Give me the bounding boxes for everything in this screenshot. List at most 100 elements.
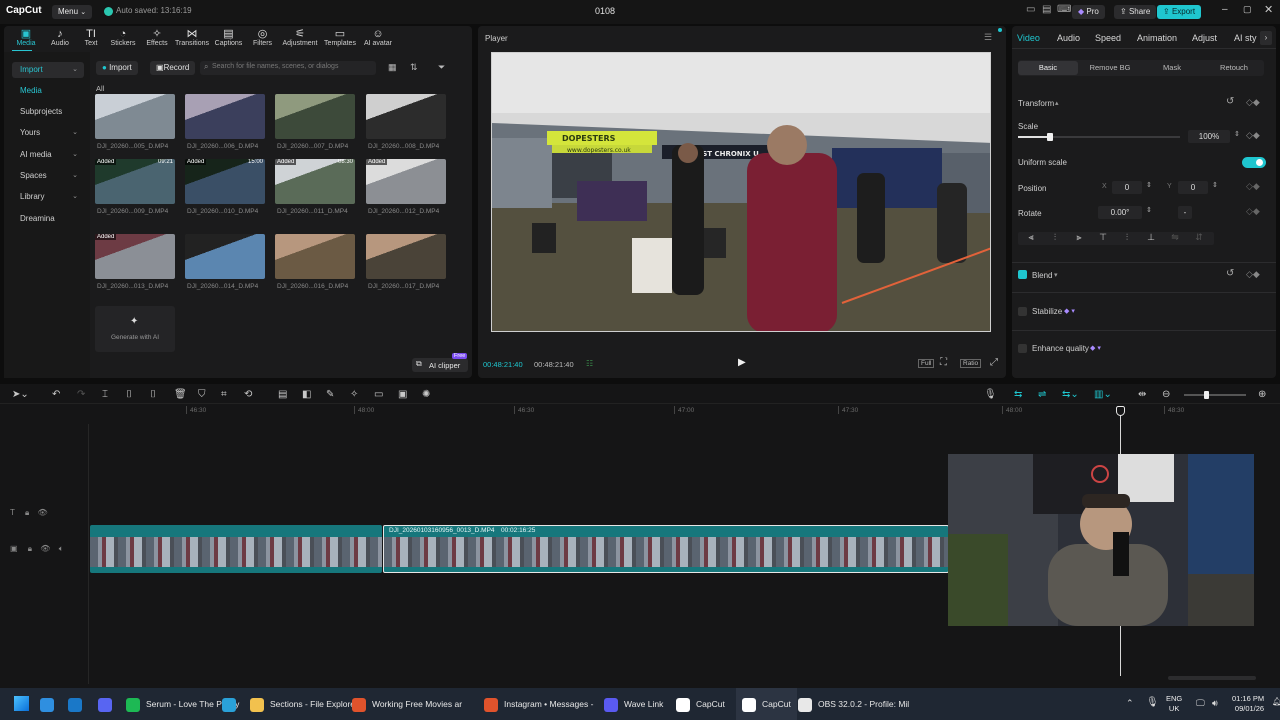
magnet-icon[interactable]: ⇌ xyxy=(1038,389,1046,400)
tool-stickers[interactable]: ◔ Stickers xyxy=(106,28,140,52)
network-icon[interactable]: 🖵 xyxy=(1196,698,1205,709)
playhead-handle[interactable] xyxy=(1116,406,1125,416)
scale-value[interactable]: 100% xyxy=(1188,130,1230,143)
stabilize-checkbox[interactable] xyxy=(1018,307,1027,316)
pos-x-field[interactable]: 0 xyxy=(1112,181,1142,194)
close-icon[interactable]: ✕ xyxy=(1264,3,1273,16)
start-icon[interactable] xyxy=(14,696,29,711)
sidebar-item-yours[interactable]: Yours ⌄ xyxy=(12,125,84,141)
zoom-out-icon[interactable]: ⊖ xyxy=(1162,389,1170,400)
split-left-icon[interactable]: ⌷ xyxy=(126,389,132,400)
sidebar-item-subprojects[interactable]: Subprojects xyxy=(12,104,84,120)
ratio-button[interactable]: Ratio xyxy=(960,359,982,368)
player-menu-icon[interactable]: ☰ xyxy=(984,32,992,43)
enhance-checkbox[interactable] xyxy=(1018,344,1027,353)
crop-icon[interactable]: ⌗ xyxy=(221,389,227,400)
taskbar-app[interactable]: Instagram • Messages - xyxy=(484,688,593,720)
media-thumbnail[interactable] xyxy=(185,94,265,139)
taskbar-app[interactable] xyxy=(98,688,118,720)
subtab-remove-bg[interactable]: Remove BG xyxy=(1080,61,1140,75)
tab-ai-sty[interactable]: AI sty xyxy=(1234,33,1257,43)
sidebar-item-import[interactable]: Import ⌄ xyxy=(12,62,84,78)
scale-stepper-icon[interactable]: ⇕ xyxy=(1234,130,1240,138)
sidebar-item-library[interactable]: Library ⌄ xyxy=(12,189,84,205)
search-box[interactable]: ⌕ Search for file names, scenes, or dial… xyxy=(200,61,376,75)
video-preview[interactable]: DOPESTERS www.dopesters.co.uk EAST CHRON… xyxy=(491,52,991,332)
export-frame-icon[interactable]: ▣ xyxy=(398,389,407,400)
pos-x-stepper-icon[interactable]: ⇕ xyxy=(1146,181,1152,189)
rotate-stepper-icon[interactable]: ⇕ xyxy=(1146,206,1152,214)
media-thumbnail[interactable]: Added xyxy=(95,234,175,279)
minimize-icon[interactable]: – xyxy=(1222,4,1228,15)
delete-icon[interactable]: 🗑 xyxy=(174,389,187,400)
transform-collapse-icon[interactable]: ▴ xyxy=(1055,99,1059,107)
mirror-icon[interactable]: ◧ xyxy=(302,389,311,400)
generate-with-ai-card[interactable]: ✦ Generate with AI xyxy=(95,306,175,352)
maximize-icon[interactable]: ▢ xyxy=(1243,4,1252,15)
tab-speed[interactable]: Speed xyxy=(1095,33,1121,43)
rotate-flip-button[interactable]: - xyxy=(1178,206,1192,219)
rotate-keyframe-icon[interactable]: ◇◆ xyxy=(1246,206,1260,217)
taskbar-app[interactable] xyxy=(40,688,60,720)
video-track-visibility-icon[interactable]: 👁︎ xyxy=(40,544,50,553)
clock[interactable]: 01:16 PM 09/01/26 xyxy=(1232,694,1264,714)
ai-icon[interactable]: ✺ xyxy=(422,389,430,400)
media-thumbnail[interactable] xyxy=(366,94,446,139)
taskbar-app[interactable]: Wave Link xyxy=(604,688,663,720)
taskbar-app[interactable] xyxy=(222,688,242,720)
align-bottom-icon[interactable]: ⊥ xyxy=(1144,232,1158,244)
blend-reset-icon[interactable]: ↺ xyxy=(1226,268,1234,279)
tool-audio[interactable]: ♪ Audio xyxy=(44,28,76,52)
tool-templates[interactable]: ▭ Templates xyxy=(322,28,358,52)
uniform-scale-toggle[interactable] xyxy=(1242,157,1266,168)
media-thumbnail[interactable] xyxy=(366,234,446,279)
tool-media[interactable]: ▣ Media xyxy=(8,28,44,52)
flip-h-icon[interactable]: ⇋ xyxy=(1168,232,1182,244)
blend-keyframe-icon[interactable]: ◇◆ xyxy=(1246,269,1260,280)
align-middle-v-icon[interactable]: ⫶ xyxy=(1120,232,1134,244)
timeline-scrollbar[interactable] xyxy=(1168,676,1256,680)
sidebar-item-spaces[interactable]: Spaces ⌄ xyxy=(12,168,84,184)
notifications-icon[interactable]: 🔔︎ xyxy=(1272,697,1280,706)
tab-adjust[interactable]: Adjust xyxy=(1192,33,1217,43)
wand-icon[interactable]: ✧ xyxy=(350,389,358,400)
zoom-slider[interactable] xyxy=(1184,391,1246,399)
scale-track[interactable] xyxy=(1018,133,1180,141)
video-track-lock-icon[interactable]: 🔒︎ xyxy=(28,544,32,553)
microphone-icon[interactable]: 🎙 xyxy=(984,389,997,400)
blend-checkbox[interactable] xyxy=(1018,270,1027,279)
align-top-icon[interactable]: ⊤ xyxy=(1096,232,1110,244)
blend-chevron-icon[interactable]: ▾ xyxy=(1054,271,1058,279)
tool-filters[interactable]: ◎ Filters xyxy=(246,28,279,52)
import-button[interactable]: ● Import xyxy=(96,61,138,75)
sidebar-item-dreamina[interactable]: Dreamina xyxy=(12,211,84,227)
align-center-h-icon[interactable]: ⫶ xyxy=(1048,232,1062,244)
split-right-icon[interactable]: ⌷ xyxy=(150,389,156,400)
magic-icon[interactable]: ✎ xyxy=(326,389,334,400)
sidebar-item-media[interactable]: Media xyxy=(12,83,84,99)
subtab-basic[interactable]: Basic xyxy=(1018,61,1078,75)
media-thumbnail[interactable]: Added xyxy=(366,159,446,204)
video-track-audio-icon[interactable]: 🔈︎ xyxy=(59,544,64,553)
subtab-retouch[interactable]: Retouch xyxy=(1204,61,1264,75)
position-keyframe-icon[interactable]: ◇◆ xyxy=(1246,181,1260,192)
taskbar-app[interactable]: Working Free Movies ar xyxy=(352,688,462,720)
media-thumbnail[interactable] xyxy=(95,94,175,139)
tool-ai-avatar[interactable]: ☺ AI avatar xyxy=(359,28,397,52)
snapshot-icon[interactable]: ⛶ xyxy=(940,357,947,368)
split-icon[interactable]: ⌶ xyxy=(102,389,108,400)
speed-icon[interactable]: ⟲ xyxy=(244,389,252,400)
track-lock-icon[interactable]: 🔒︎ xyxy=(25,508,29,517)
ai-clipper-button[interactable]: ⧉ AI clipper Free xyxy=(412,353,468,372)
keyboard-icon[interactable]: ⌨ xyxy=(1057,4,1071,15)
align-right-icon[interactable]: ⫸ xyxy=(1072,232,1086,244)
tool-effects[interactable]: ✧ Effects xyxy=(141,28,173,52)
scale-keyframe-icon[interactable]: ◇◆ xyxy=(1246,130,1260,141)
subtab-mask[interactable]: Mask xyxy=(1142,61,1202,75)
tab-animation[interactable]: Animation xyxy=(1137,33,1177,43)
tool-captions[interactable]: ▤ Captions xyxy=(211,28,246,52)
pos-y-field[interactable]: 0 xyxy=(1178,181,1208,194)
fit-icon[interactable]: ⇹ xyxy=(1138,389,1146,400)
media-thumbnail[interactable] xyxy=(275,94,355,139)
media-thumbnail[interactable]: Added 08:30 xyxy=(275,159,355,204)
